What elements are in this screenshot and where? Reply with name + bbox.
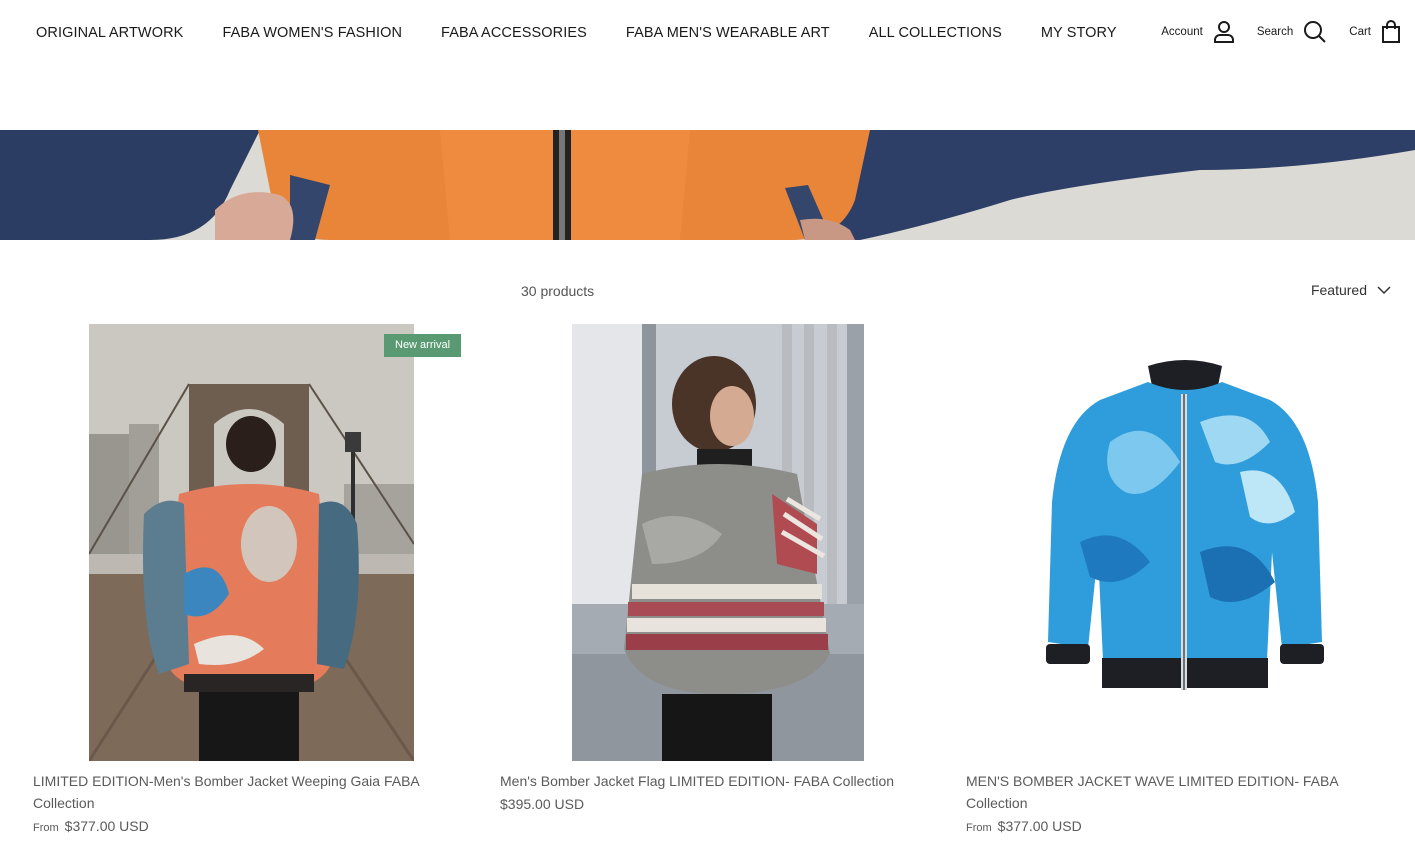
nav-original-artwork[interactable]: ORIGINAL ARTWORK [36, 25, 183, 41]
cart-label: Cart [1349, 26, 1371, 38]
product-image-bridge-bomber [87, 324, 416, 762]
nav-womens-fashion[interactable]: FABA WOMEN'S FASHION [222, 25, 402, 41]
hero-banner-image [0, 130, 1415, 240]
product-price: $377.00 USD [64, 818, 149, 834]
product-image-wave-bomber [1046, 360, 1324, 690]
product-count: 30 products [521, 283, 595, 299]
product-price-row: From $377.00 USD [33, 818, 149, 834]
product-price: $395.00 USD [500, 796, 585, 812]
product-title[interactable]: MEN'S BOMBER JACKET WAVE LIMITED EDITION… [966, 770, 1386, 814]
sort-label: Featured [1310, 282, 1367, 298]
product-price: $377.00 USD [997, 818, 1082, 834]
account-icon [1213, 21, 1234, 43]
nav-accessories[interactable]: FABA ACCESSORIES [441, 25, 587, 41]
account-link[interactable]: Account [1161, 20, 1235, 44]
cart-link[interactable]: Cart [1349, 20, 1401, 44]
nav-mens-wearable-art[interactable]: FABA MEN'S WEARABLE ART [626, 25, 830, 41]
hero-jacket-illustration [0, 130, 1415, 240]
product-title[interactable]: LIMITED EDITION-Men's Bomber Jacket Weep… [33, 770, 463, 814]
product-title[interactable]: Men's Bomber Jacket Flag LIMITED EDITION… [500, 770, 930, 792]
price-prefix: From [966, 822, 992, 834]
price-prefix: From [33, 822, 59, 834]
account-label: Account [1161, 26, 1203, 38]
cart-icon [1382, 20, 1400, 43]
product-image-flag-bomber [572, 324, 864, 761]
product-price-row: From $377.00 USD [966, 818, 1082, 834]
product-image[interactable] [572, 324, 864, 761]
sort-dropdown[interactable]: Featured [1311, 282, 1391, 298]
new-arrival-badge: New arrival [384, 334, 462, 357]
chevron-down-icon [1377, 285, 1391, 294]
nav-all-collections[interactable]: ALL COLLECTIONS [869, 25, 1002, 41]
main-nav: ORIGINAL ARTWORK FABA WOMEN'S FASHION FA… [36, 25, 1156, 41]
header-utilities: Account Search Cart [1139, 20, 1401, 44]
nav-my-story[interactable]: MY STORY [1041, 25, 1117, 41]
product-image[interactable] [87, 324, 416, 762]
site-header: ORIGINAL ARTWORK FABA WOMEN'S FASHION FA… [0, 0, 1415, 130]
search-icon [1304, 21, 1326, 43]
product-price-row: $395.00 USD [500, 796, 584, 812]
search-link[interactable]: Search [1257, 20, 1327, 44]
product-image[interactable] [1040, 352, 1330, 697]
search-label: Search [1256, 26, 1294, 38]
